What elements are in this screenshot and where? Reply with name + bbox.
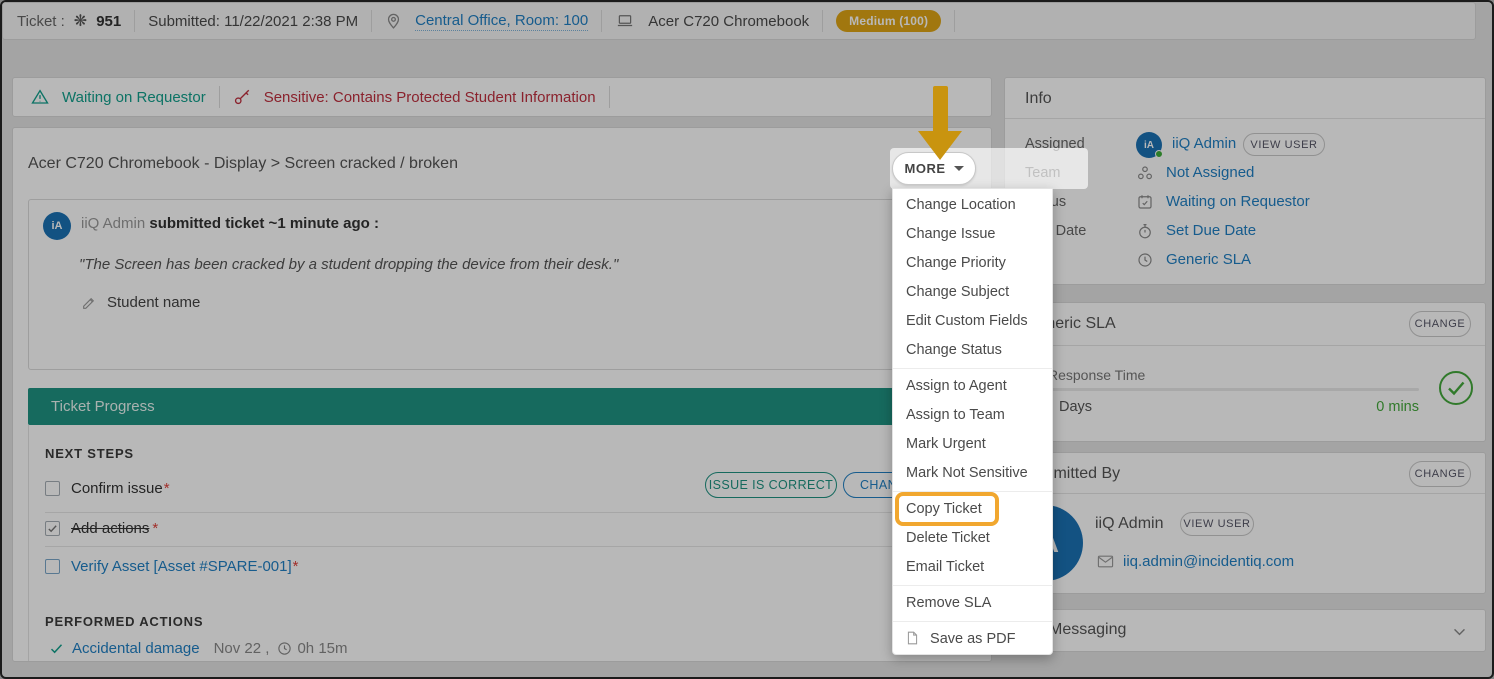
menu-item-mark-urgent[interactable]: Mark Urgent — [893, 430, 1052, 459]
menu-item-save-as-pdf[interactable]: Save as PDF — [893, 625, 1052, 654]
pdf-icon — [906, 631, 919, 645]
menu-item-edit-custom-fields[interactable]: Edit Custom Fields — [893, 307, 1052, 336]
annotation-arrow-icon — [933, 86, 948, 132]
menu-item-change-status[interactable]: Change Status — [893, 336, 1052, 365]
menu-item-remove-sla[interactable]: Remove SLA — [893, 589, 1052, 618]
menu-item-assign-to-agent[interactable]: Assign to Agent — [893, 372, 1052, 401]
menu-divider — [893, 621, 1052, 622]
menu-item-delete-ticket[interactable]: Delete Ticket — [893, 524, 1052, 553]
menu-divider — [893, 368, 1052, 369]
menu-item-change-priority[interactable]: Change Priority — [893, 249, 1052, 278]
menu-divider — [893, 585, 1052, 586]
menu-item-copy-ticket[interactable]: Copy Ticket — [893, 495, 1052, 524]
ticket-detail-screen: Ticket : ❋ 951 Submitted: 11/22/2021 2:3… — [0, 0, 1494, 679]
menu-item-label: Save as PDF — [930, 631, 1015, 647]
more-button-label: MORE — [905, 161, 946, 176]
more-dropdown-menu: Change Location Change Issue Change Prio… — [892, 188, 1053, 655]
menu-item-change-location[interactable]: Change Location — [893, 191, 1052, 220]
caret-down-icon — [954, 166, 964, 171]
menu-item-change-subject[interactable]: Change Subject — [893, 278, 1052, 307]
menu-item-email-ticket[interactable]: Email Ticket — [893, 553, 1052, 582]
menu-item-change-issue[interactable]: Change Issue — [893, 220, 1052, 249]
annotation-arrow-head — [918, 131, 962, 160]
menu-item-mark-not-sensitive[interactable]: Mark Not Sensitive — [893, 459, 1052, 488]
menu-item-assign-to-team[interactable]: Assign to Team — [893, 401, 1052, 430]
dim-overlay — [2, 2, 1492, 677]
menu-divider — [893, 491, 1052, 492]
